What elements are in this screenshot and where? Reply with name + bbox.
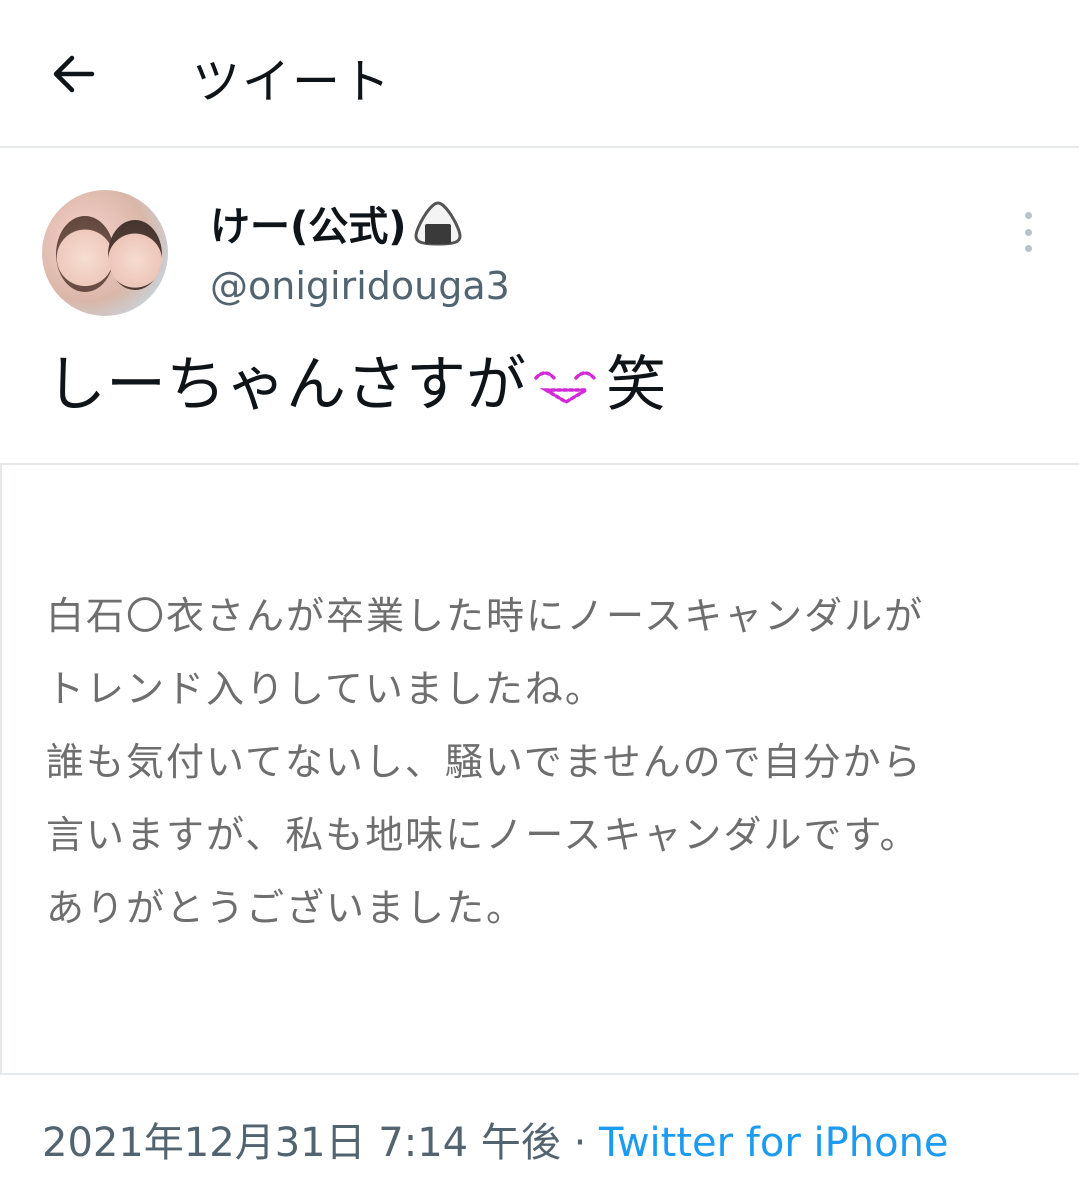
avatar-photo-right (108, 220, 162, 290)
user-handle[interactable]: @onigiridouga3 (210, 264, 510, 308)
avatar[interactable] (42, 190, 168, 316)
arrow-left-icon (53, 55, 95, 93)
dot (1024, 212, 1032, 219)
media-line: 白石〇衣さんが卒業した時にノースキャンダルが (46, 594, 925, 638)
media-line: トレンド入りしていましたね。 (46, 667, 605, 711)
smiling-face-icon (528, 350, 604, 410)
media-text: 白石〇衣さんが卒業した時にノースキャンダルが トレンド入りしていましたね。 誰も… (46, 580, 1036, 945)
meta-separator: · (573, 1120, 587, 1166)
tweet-text-suffix: 笑 (606, 350, 666, 420)
tweet-source-link[interactable]: Twitter for iPhone (599, 1120, 949, 1166)
media-line: ありがとうございました。 (46, 886, 527, 930)
tweet-text-main: しーちゃんさすが (46, 350, 526, 420)
onigiri-icon (413, 200, 463, 246)
media-line: 言いますが、私も地味にノースキャンダルです。 (46, 813, 920, 857)
display-name: けー(公式) (210, 204, 407, 250)
top-app-bar: ツイート (0, 0, 1079, 148)
tweet-text: しーちゃんさすが 笑 (46, 336, 666, 423)
page-title: ツイート (192, 54, 393, 110)
media-line: 誰も気付いてないし、騒いでませんので自分から (46, 740, 923, 784)
tweet-meta: 2021年12月31日 7:14 午後 · Twitter for iPhone (42, 1110, 949, 1168)
author-name-row[interactable]: けー(公式) (210, 194, 463, 252)
dot (1024, 245, 1032, 252)
avatar-photo-left (56, 216, 114, 292)
timestamp[interactable]: 2021年12月31日 7:14 午後 (42, 1120, 561, 1166)
back-button[interactable] (44, 44, 104, 104)
more-options-button[interactable] (1010, 212, 1046, 252)
dot (1024, 228, 1032, 236)
